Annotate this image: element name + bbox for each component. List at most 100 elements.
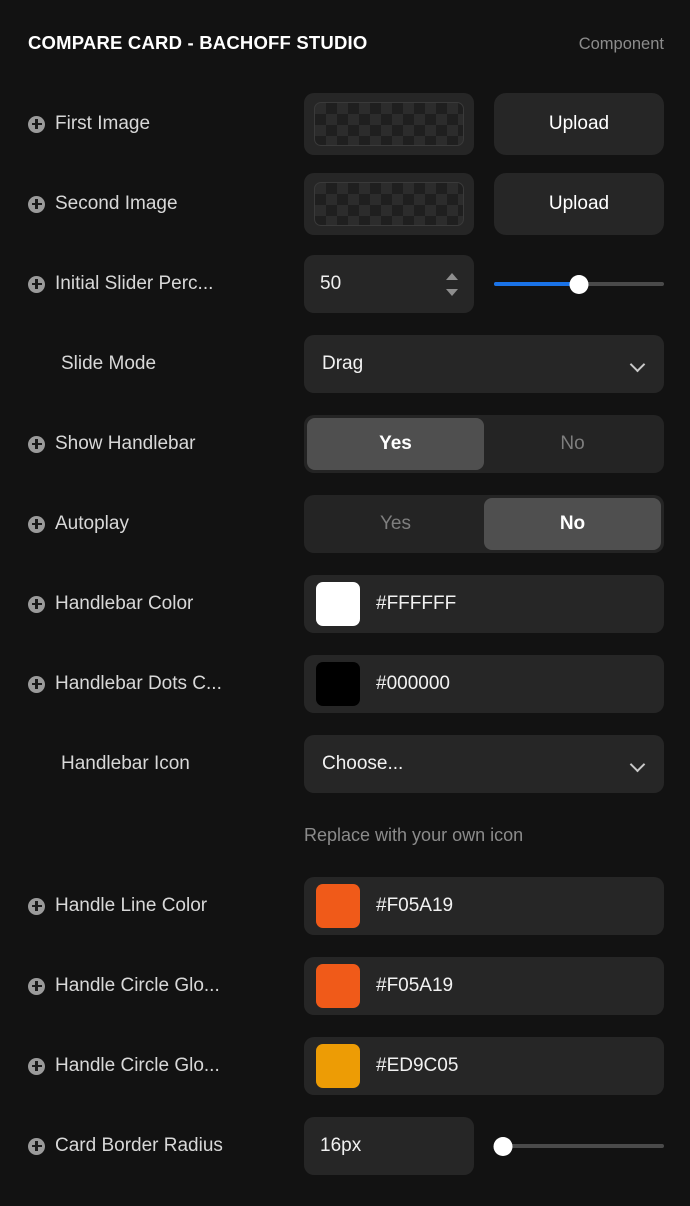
label-second-image: Second Image <box>28 193 304 215</box>
color-hex-value: #000000 <box>376 673 450 694</box>
label-handlebar-dots-color: Handlebar Dots C... <box>28 673 304 695</box>
label-text: First Image <box>55 113 151 134</box>
plus-circle-icon[interactable] <box>28 595 45 613</box>
autoplay-yes-button[interactable]: Yes <box>307 498 484 550</box>
label-text: Handle Line Color <box>55 895 208 916</box>
row-show-handlebar: Show Handlebar Yes No <box>0 404 690 484</box>
arrow-down-icon[interactable] <box>446 288 458 296</box>
color-hex-value: #F05A19 <box>376 975 454 996</box>
row-initial-slider-percent: Initial Slider Perc... 50 <box>0 244 690 324</box>
row-handle-circle-glow-two: Handle Circle Glo... #ED9C05 <box>0 1026 690 1106</box>
select-value: Drag <box>322 353 364 374</box>
label-slide-mode: Slide Mode <box>28 353 304 375</box>
plus-circle-icon[interactable] <box>28 1137 45 1155</box>
plus-circle-icon[interactable] <box>28 275 45 293</box>
handlebar-icon-select[interactable]: Choose... <box>304 735 664 793</box>
initial-slider-percent-range[interactable] <box>494 274 664 294</box>
component-type-label: Component <box>578 35 664 53</box>
plus-circle-icon[interactable] <box>28 115 45 133</box>
row-handlebar-icon: Handlebar Icon Choose... <box>0 724 690 804</box>
label-handle-circle-glow-two: Handle Circle Glo... <box>28 1055 304 1077</box>
color-swatch[interactable] <box>316 964 360 1008</box>
autoplay-toggle: Yes No <box>304 495 664 553</box>
card-border-radius-range[interactable] <box>493 1136 664 1156</box>
label-text: Second Image <box>55 193 178 214</box>
chevron-down-icon <box>630 356 646 372</box>
label-text: Handlebar Color <box>55 593 194 614</box>
color-hex-value: #FFFFFF <box>376 593 457 614</box>
transparency-checkerboard-icon <box>314 182 464 226</box>
handle-circle-glow-two-field[interactable]: #ED9C05 <box>304 1037 664 1095</box>
label-text: Show Handlebar <box>55 433 196 454</box>
plus-circle-icon[interactable] <box>28 515 45 533</box>
row-second-image: Second Image Upload <box>0 164 690 244</box>
label-handlebar-color: Handlebar Color <box>28 593 304 615</box>
label-text: Handle Circle Glo... <box>55 975 220 996</box>
arrow-up-icon[interactable] <box>446 272 458 280</box>
control-handlebar-color: #FFFFFF <box>304 575 664 633</box>
label-handle-circle-glow-one: Handle Circle Glo... <box>28 975 304 997</box>
handlebar-color-field[interactable]: #FFFFFF <box>304 575 664 633</box>
label-card-border-radius: Card Border Radius <box>28 1135 304 1157</box>
color-swatch[interactable] <box>316 582 360 626</box>
upload-first-image-button[interactable]: Upload <box>494 93 664 155</box>
card-border-radius-input[interactable]: 16px <box>304 1117 474 1175</box>
row-autoplay: Autoplay Yes No <box>0 484 690 564</box>
label-handlebar-icon: Handlebar Icon <box>28 753 304 775</box>
range-fill <box>494 282 579 286</box>
range-thumb[interactable] <box>569 274 589 294</box>
handle-circle-glow-one-field[interactable]: #F05A19 <box>304 957 664 1015</box>
stepper-value: 50 <box>320 273 342 294</box>
plus-circle-icon[interactable] <box>28 897 45 915</box>
range-track <box>494 1144 664 1148</box>
color-hex-value: #F05A19 <box>376 895 454 916</box>
range-thumb[interactable] <box>493 1136 512 1156</box>
label-handle-line-color: Handle Line Color <box>28 895 304 917</box>
upload-second-image-button[interactable]: Upload <box>494 173 664 235</box>
first-image-preview[interactable] <box>304 93 474 155</box>
row-handlebar-color: Handlebar Color #FFFFFF <box>0 564 690 644</box>
color-swatch[interactable] <box>316 662 360 706</box>
autoplay-no-button[interactable]: No <box>484 498 661 550</box>
handle-line-color-field[interactable]: #F05A19 <box>304 877 664 935</box>
show-handlebar-no-button[interactable]: No <box>484 418 661 470</box>
row-handle-line-color: Handle Line Color #F05A19 <box>0 866 690 946</box>
label-show-handlebar: Show Handlebar <box>28 433 304 455</box>
control-slide-mode: Drag <box>304 335 664 393</box>
show-handlebar-yes-button[interactable]: Yes <box>307 418 484 470</box>
label-text: Handlebar Dots C... <box>55 673 222 694</box>
plus-circle-icon[interactable] <box>28 435 45 453</box>
plus-circle-icon[interactable] <box>28 977 45 995</box>
control-handlebar-icon: Choose... <box>304 735 664 793</box>
control-second-image: Upload <box>304 173 664 235</box>
panel-header: COMPARE CARD - BACHOFF STUDIO Component <box>0 0 690 84</box>
second-image-preview[interactable] <box>304 173 474 235</box>
row-slide-mode: Slide Mode Drag <box>0 324 690 404</box>
plus-circle-icon[interactable] <box>28 1057 45 1075</box>
stepper-arrows <box>446 272 464 296</box>
row-card-border-radius: Card Border Radius 16px <box>0 1106 690 1186</box>
handlebar-icon-note-row: Replace with your own icon <box>0 804 690 866</box>
label-text: Handle Circle Glo... <box>55 1055 220 1076</box>
label-autoplay: Autoplay <box>28 513 304 535</box>
slide-mode-select[interactable]: Drag <box>304 335 664 393</box>
chevron-down-icon <box>630 756 646 772</box>
settings-rows: First Image Upload Second Image Upload I… <box>0 84 690 1186</box>
plus-circle-icon[interactable] <box>28 675 45 693</box>
row-first-image: First Image Upload <box>0 84 690 164</box>
handlebar-dots-color-field[interactable]: #000000 <box>304 655 664 713</box>
initial-slider-percent-stepper[interactable]: 50 <box>304 255 474 313</box>
control-card-border-radius: 16px <box>304 1117 664 1175</box>
control-initial-slider-percent: 50 <box>304 255 664 313</box>
label-text: Initial Slider Perc... <box>55 273 214 294</box>
row-handlebar-dots-color: Handlebar Dots C... #000000 <box>0 644 690 724</box>
control-autoplay: Yes No <box>304 495 664 553</box>
color-swatch[interactable] <box>316 1044 360 1088</box>
label-text: Autoplay <box>55 513 129 534</box>
color-swatch[interactable] <box>316 884 360 928</box>
control-handle-circle-glow-two: #ED9C05 <box>304 1037 664 1095</box>
row-handle-circle-glow-one: Handle Circle Glo... #F05A19 <box>0 946 690 1026</box>
color-hex-value: #ED9C05 <box>376 1055 459 1076</box>
plus-circle-icon[interactable] <box>28 195 45 213</box>
control-handlebar-dots-color: #000000 <box>304 655 664 713</box>
